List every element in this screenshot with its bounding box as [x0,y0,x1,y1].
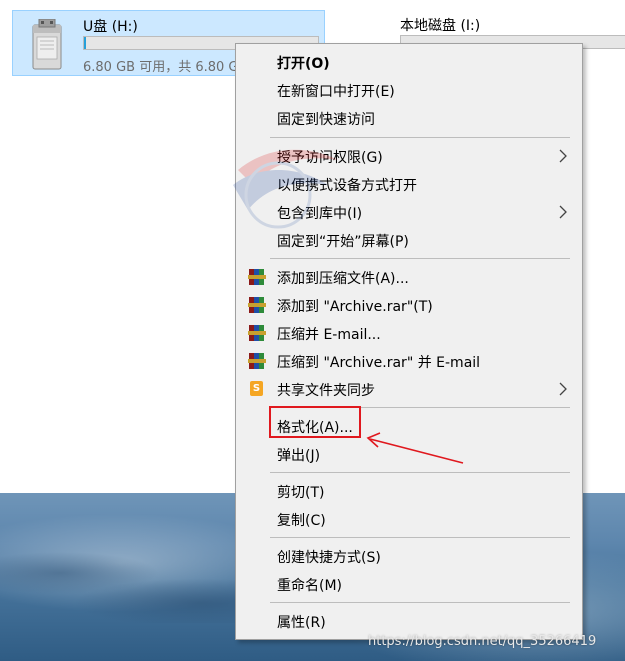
winrar-icon [248,296,266,314]
menu-item-label: 属性(R) [277,615,326,631]
menu-item-open[interactable]: 打开(O) [236,48,582,76]
winrar-icon [248,268,266,286]
menu-item-copy[interactable]: 复制(C) [236,505,582,533]
menu-item-label: 压缩到 "Archive.rar" 并 E-mail [277,355,481,371]
annotation-arrow-icon [366,432,464,464]
menu-item-label: 创建快捷方式(S) [277,550,381,566]
menu-item-label: 添加到 "Archive.rar"(T) [277,299,433,315]
context-menu: 打开(O) 在新窗口中打开(E) 固定到快速访问 授予访问权限(G) 以便携式设… [235,43,583,640]
chevron-right-icon [559,382,567,396]
menu-item-label: 打开(O) [277,56,330,72]
annotation-highlight-box [269,406,361,438]
menu-item-properties[interactable]: 属性(R) [236,607,582,635]
share-sync-icon: S [250,381,263,396]
menu-item-label: 固定到快速访问 [277,112,375,128]
menu-item-rename[interactable]: 重命名(M) [236,570,582,598]
menu-item-label: 复制(C) [277,513,326,529]
menu-item-compress-rar-email[interactable]: 压缩到 "Archive.rar" 并 E-mail [236,347,582,375]
menu-separator [270,472,570,473]
menu-item-label: 重命名(M) [277,578,343,594]
drive-usage-fill [84,37,87,49]
drive-name: U盘 (H:) [83,19,138,35]
watermark-logo-icon [233,149,338,229]
menu-item-pin-quick-access[interactable]: 固定到快速访问 [236,104,582,132]
chevron-right-icon [559,149,567,163]
menu-item-add-to-archive[interactable]: 添加到压缩文件(A)... [236,263,582,291]
menu-item-compress-email[interactable]: 压缩并 E-mail... [236,319,582,347]
menu-separator [270,537,570,538]
menu-separator [270,258,570,259]
menu-item-cut[interactable]: 剪切(T) [236,477,582,505]
menu-item-share-folder-sync[interactable]: S 共享文件夹同步 [236,375,582,403]
menu-item-create-shortcut[interactable]: 创建快捷方式(S) [236,542,582,570]
menu-item-label: 弹出(J) [277,448,321,464]
winrar-icon [248,324,266,342]
footer-watermark-url: https://blog.csdn.net/qq_35266419 [368,634,597,649]
menu-item-label: 添加到压缩文件(A)... [277,271,409,287]
menu-item-label: 压缩并 E-mail... [277,327,381,343]
winrar-icon [248,352,266,370]
usb-drive-icon [32,19,62,70]
menu-separator [270,602,570,603]
chevron-right-icon [559,205,567,219]
menu-item-label: 剪切(T) [277,485,325,501]
menu-item-open-new-window[interactable]: 在新窗口中打开(E) [236,76,582,104]
drive-free-space: 6.80 GB 可用，共 6.80 GB [83,60,248,75]
menu-item-add-to-archive-rar[interactable]: 添加到 "Archive.rar"(T) [236,291,582,319]
menu-separator [270,137,570,138]
drive-name-local[interactable]: 本地磁盘 (I:) [400,15,480,35]
menu-item-label: 共享文件夹同步 [277,383,375,399]
menu-item-label: 在新窗口中打开(E) [277,84,395,100]
